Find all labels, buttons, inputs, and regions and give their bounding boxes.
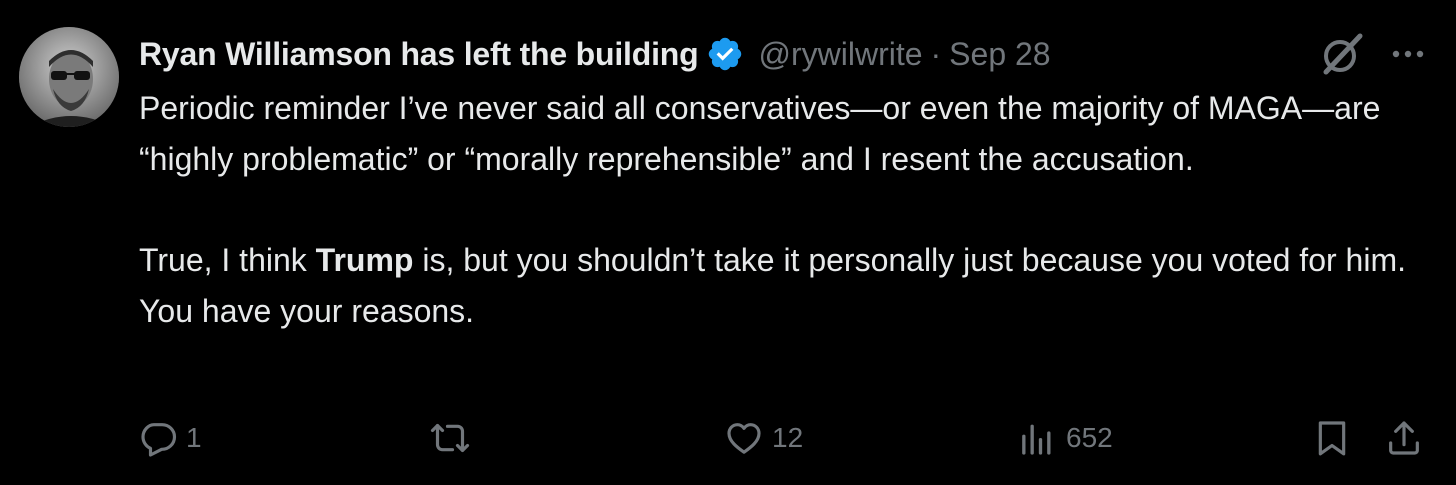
author-handle[interactable]: @rywilwrite: [758, 36, 922, 73]
bookmark-button[interactable]: [1312, 418, 1352, 458]
like-count: 12: [772, 422, 804, 453]
verified-badge-icon[interactable]: [706, 35, 744, 73]
tweet-card[interactable]: Ryan Williamson has left the building @r…: [0, 0, 1456, 485]
share-button[interactable]: [1384, 418, 1424, 458]
bold-trump: Trump: [315, 242, 414, 278]
reply-count: 1: [186, 422, 202, 453]
repost-icon: [430, 418, 470, 458]
views-icon: [1018, 418, 1058, 458]
tweet-paragraph-1: Periodic reminder I’ve never said all co…: [139, 90, 1381, 177]
avatar[interactable]: [19, 27, 119, 127]
tweet-date[interactable]: Sep 28: [949, 36, 1050, 73]
like-icon: [724, 418, 764, 458]
bookmark-icon: [1312, 418, 1352, 458]
tweet-paragraph-2: True, I think Trump is, but you shouldn’…: [139, 235, 1439, 337]
paragraph-2-start: True, I think: [139, 242, 316, 278]
header-separator: ·: [930, 35, 942, 72]
tweet-text: Periodic reminder I’ve never said all co…: [139, 83, 1439, 337]
more-icon[interactable]: [1388, 36, 1428, 72]
share-icon: [1384, 418, 1424, 458]
tweet-header: Ryan Williamson has left the building @r…: [139, 28, 1051, 80]
grok-icon[interactable]: [1318, 30, 1366, 78]
reply-icon: [138, 418, 178, 458]
like-button[interactable]: 12: [724, 418, 803, 458]
views-button[interactable]: 652: [1018, 418, 1113, 458]
display-name[interactable]: Ryan Williamson has left the building: [139, 36, 699, 73]
views-count: 652: [1066, 422, 1113, 453]
reply-button[interactable]: 1: [138, 418, 202, 458]
repost-button[interactable]: [430, 418, 478, 458]
